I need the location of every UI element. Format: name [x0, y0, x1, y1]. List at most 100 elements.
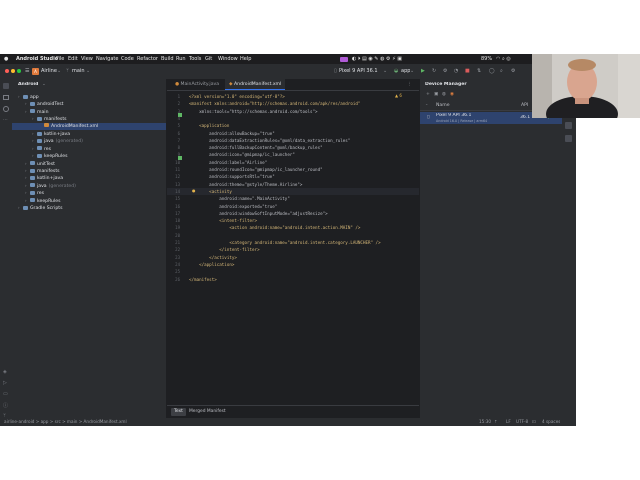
debug-icon[interactable]: ⚙ — [443, 64, 447, 79]
line-separator[interactable]: LF — [506, 418, 511, 426]
tree-item[interactable]: › kotlin+java — [12, 174, 166, 181]
refresh-icon[interactable]: ◍ — [442, 92, 446, 97]
chevron-down-icon[interactable]: ⌄ — [383, 64, 387, 79]
tab-merged-manifest[interactable]: Merged Manifest — [189, 406, 226, 418]
tree-item[interactable]: › res — [12, 189, 166, 196]
minimize-window-icon[interactable] — [11, 69, 15, 73]
menu-edit[interactable]: Edit — [68, 54, 78, 64]
chevron-down-icon[interactable]: ⌄ — [42, 82, 46, 87]
add-device-icon[interactable]: + — [426, 92, 430, 97]
folder-icon — [37, 116, 42, 121]
problems-icon[interactable]: ⓘ — [3, 402, 8, 409]
tree-item[interactable]: › keepRules — [12, 152, 166, 159]
tree-item[interactable]: › java (generated) — [12, 182, 166, 189]
tree-item[interactable]: › manifests — [12, 115, 166, 122]
device-manager-tool-icon[interactable] — [565, 122, 572, 129]
caret-position[interactable]: 15:30 — [479, 418, 491, 426]
menu-refactor[interactable]: Refactor — [137, 54, 158, 64]
line-number: 21 — [175, 240, 180, 245]
tab-text[interactable]: Text — [171, 408, 186, 416]
chevron-down-icon[interactable]: ⌄ — [57, 64, 61, 79]
chevron-down-icon[interactable]: ⌄ — [410, 64, 414, 79]
sync-icon[interactable]: ⇅ — [477, 64, 481, 79]
chevron-down-icon[interactable]: ⌄ — [86, 64, 90, 79]
run-config-selector[interactable]: app — [401, 64, 410, 79]
hamburger-menu-icon[interactable]: ☰ — [25, 64, 29, 79]
code-line: </manifest> — [189, 276, 217, 282]
code-line: android:windowSoftInputMode="adjustResiz… — [189, 210, 328, 216]
menu-tools[interactable]: Tools — [189, 54, 201, 64]
tab-android-manifest[interactable]: ◆ AndroidManifest.xml — [225, 79, 286, 90]
apply-changes-icon[interactable]: ↻ — [432, 64, 436, 79]
more-tools-icon[interactable]: ⋯ — [3, 117, 8, 123]
menu-file[interactable]: File — [56, 54, 64, 64]
project-view-selector[interactable]: Android — [18, 82, 38, 87]
project-selector[interactable]: Airline — [41, 64, 57, 79]
apple-icon[interactable]: ● — [4, 54, 8, 64]
vcs-icon[interactable]: ⇡ — [494, 418, 498, 426]
running-devices-icon[interactable] — [565, 135, 572, 142]
lock-icon[interactable]: ⊡ — [532, 418, 536, 426]
tree-item[interactable]: › Gradle Scripts — [12, 204, 166, 211]
run-tool-icon[interactable]: ▷ — [3, 380, 7, 386]
sort-icon[interactable]: ⌃ — [425, 102, 428, 110]
tree-item[interactable]: › keepRules — [12, 197, 166, 204]
tree-item[interactable]: › java (generated) — [12, 137, 166, 144]
status-icons: ◐ ⏵ ▤ ◉ ✎ ◍ ⚙ ⚡ ▣ — [352, 56, 402, 62]
pair-device-icon[interactable]: ▣ — [434, 92, 438, 97]
menu-app-name[interactable]: Android Studio — [16, 54, 58, 64]
tree-item-label: keepRules — [37, 198, 61, 204]
folder-icon — [30, 101, 35, 106]
indent-setting[interactable]: 4 spaces — [542, 418, 560, 426]
wifi-icon[interactable]: ◠ ⌕ ◎ — [496, 54, 511, 64]
run-icon[interactable]: ▶ — [421, 64, 425, 79]
search-icon[interactable]: ⌕ — [500, 64, 503, 79]
branch-selector[interactable]: main — [72, 64, 85, 79]
line-number: 25 — [175, 269, 180, 275]
line-number: 9 — [177, 152, 180, 158]
resource-manager-icon[interactable] — [3, 95, 9, 100]
commit-icon[interactable] — [3, 106, 9, 112]
tree-item[interactable]: › main — [12, 108, 166, 115]
line-number: 19 — [175, 225, 180, 231]
device-selector[interactable]: Pixel 9 API 36.1 — [339, 64, 378, 79]
tree-item[interactable]: › app — [12, 93, 166, 100]
account-icon[interactable]: ◯ — [489, 64, 495, 79]
menu-view[interactable]: View — [81, 54, 93, 64]
line-number: 5 — [177, 123, 180, 129]
zoom-window-icon[interactable] — [17, 69, 21, 73]
menu-navigate[interactable]: Navigate — [96, 54, 118, 64]
code-line: android:dataExtractionRules="@xml/data_e… — [189, 137, 351, 143]
menu-window[interactable]: Window — [218, 54, 238, 64]
tree-item[interactable]: › androidTest — [12, 100, 166, 107]
mirror-icon[interactable]: ◉ — [450, 92, 454, 97]
menu-run[interactable]: Run — [176, 54, 186, 64]
column-api[interactable]: API — [521, 102, 528, 110]
tab-main-activity[interactable]: ● MainActivity.java — [171, 79, 223, 90]
more-tabs-icon[interactable]: ⋮ — [407, 79, 412, 90]
stop-icon[interactable]: ■ — [465, 64, 470, 79]
menu-git[interactable]: Git — [205, 54, 212, 64]
code-area[interactable]: ● 1 <?xml version="1.0" encoding="utf-8"?… — [167, 93, 419, 293]
profile-icon[interactable]: ◔ — [454, 64, 458, 79]
gear-icon[interactable]: ⚙ — [511, 64, 515, 79]
menu-code[interactable]: Code — [121, 54, 134, 64]
menu-build[interactable]: Build — [161, 54, 174, 64]
status-app-icon[interactable] — [340, 56, 348, 62]
logcat-icon[interactable]: ◈ — [3, 369, 7, 375]
tree-item[interactable]: › manifests — [12, 167, 166, 174]
project-tool-icon[interactable] — [3, 83, 9, 89]
device-name: Pixel 9 API 36.1 — [436, 113, 472, 118]
tree-item[interactable]: › res — [12, 145, 166, 152]
terminal-icon[interactable]: ▭ — [3, 391, 8, 397]
tree-item[interactable]: › unitTest — [12, 160, 166, 167]
tree-item[interactable]: › kotlin+java — [12, 130, 166, 137]
breadcrumb[interactable]: airline-android > app > src > main > And… — [4, 418, 127, 426]
close-window-icon[interactable] — [5, 69, 9, 73]
device-subtitle: Android 16.0 | Release | arm64 — [436, 119, 488, 123]
tree-item[interactable]: AndroidManifest.xml — [12, 122, 166, 130]
menu-help[interactable]: Help — [240, 54, 251, 64]
column-name[interactable]: Name — [436, 102, 450, 110]
file-encoding[interactable]: UTF-8 — [516, 418, 528, 426]
folder-icon — [37, 146, 42, 151]
